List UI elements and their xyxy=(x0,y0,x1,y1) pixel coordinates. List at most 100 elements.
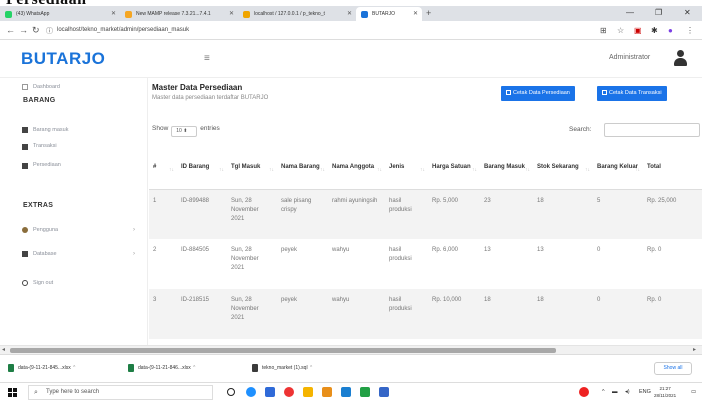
excel-file-icon xyxy=(128,364,134,372)
column-header[interactable]: ID Barang ↑↓ xyxy=(177,146,227,190)
column-header[interactable]: Barang Masuk ↑↓ xyxy=(480,146,533,190)
print-icon xyxy=(506,90,511,95)
box-icon xyxy=(22,127,28,133)
database-icon xyxy=(22,251,28,257)
excel-file-icon xyxy=(8,364,14,372)
print-transaction-button[interactable]: Cetak Data Transaksi xyxy=(597,86,667,101)
extension-icon[interactable]: ▣ xyxy=(634,26,642,35)
column-header[interactable]: Jenis ↑↓ xyxy=(385,146,428,190)
cortana-icon[interactable] xyxy=(227,388,235,396)
search-input[interactable] xyxy=(604,123,700,137)
browser-tab[interactable]: localhost / 127.0.0.1 / p_tekno_t ✕ xyxy=(238,7,356,21)
sidebar-item-barang-masuk[interactable]: Barang masuk xyxy=(0,121,148,139)
column-header[interactable]: Harga Satuan ↑↓ xyxy=(428,146,480,190)
horizontal-scrollbar[interactable]: ◂ ▸ xyxy=(0,345,702,354)
app-logo[interactable]: BUTARJO xyxy=(21,49,105,69)
search-label: Search: xyxy=(569,126,592,133)
profile-icon[interactable]: ● xyxy=(668,26,673,35)
sql-file-icon xyxy=(252,364,258,372)
download-item[interactable]: data-(9-11-21-846...xlsx ⌃ xyxy=(128,363,196,373)
section-barang: BARANG xyxy=(23,97,56,104)
column-header[interactable]: Nama Barang ↑↓ xyxy=(277,146,328,190)
search-icon: ⌕ xyxy=(34,389,38,396)
table-row: 3 ID-218515 Sun, 28 November 2021 peyek wahy… xyxy=(149,289,702,339)
chrome-icon[interactable] xyxy=(284,387,294,397)
whatsapp-icon xyxy=(5,11,12,18)
edge-icon[interactable] xyxy=(246,387,256,397)
sidebar-item-persediaan[interactable]: Persediaan xyxy=(0,155,148,171)
chevron-up-icon[interactable]: ⌃ xyxy=(192,365,196,371)
app-icon[interactable] xyxy=(379,387,389,397)
scroll-left-icon[interactable]: ◂ xyxy=(2,346,5,354)
user-name[interactable]: Administrator xyxy=(609,54,650,61)
new-tab-icon[interactable]: + xyxy=(426,7,431,19)
avatar-icon[interactable] xyxy=(674,50,687,66)
downloads-bar: data-(9-11-21-845...xlsx ⌃ data-(9-11-21… xyxy=(0,354,702,382)
notification-icon[interactable]: ▭ xyxy=(691,388,696,397)
windows-start-icon[interactable] xyxy=(8,388,17,397)
close-icon[interactable]: ✕ xyxy=(413,7,418,21)
browser-tab-active[interactable]: BUTARJO ✕ xyxy=(356,7,422,21)
file-explorer-icon[interactable] xyxy=(303,387,313,397)
page-title: Master Data Persediaan xyxy=(152,83,243,92)
puzzle-icon[interactable]: ✱ xyxy=(651,26,658,35)
sidebar-item-transaksi[interactable]: Transaksi xyxy=(0,139,148,155)
taskbar-search-input[interactable]: ⌕ Type here to search xyxy=(28,385,213,400)
maximize-icon[interactable]: ❐ xyxy=(655,7,662,19)
tray-chevron-icon[interactable]: ^ xyxy=(602,388,605,397)
phpmyadmin-icon xyxy=(243,11,250,18)
sidebar: Dashboard BARANG Barang masuk Transaksi … xyxy=(0,78,148,345)
print-stock-button[interactable]: Cetak Data Persediaan xyxy=(501,86,575,101)
cart-icon xyxy=(22,144,28,150)
sidebar-item-database[interactable]: Database › xyxy=(0,245,148,263)
forward-icon[interactable]: → xyxy=(19,24,28,36)
sidebar-item-pengguna[interactable]: Pengguna › xyxy=(0,221,148,239)
print-icon xyxy=(602,90,607,95)
clock[interactable]: 21:27 28/11/2021 xyxy=(654,385,676,399)
sidebar-item-dashboard[interactable]: Dashboard xyxy=(0,78,148,96)
download-item[interactable]: tekno_market (1).sql ⌃ xyxy=(252,363,313,373)
column-header[interactable]: # ↑↓ xyxy=(149,146,177,190)
entries-select[interactable]: 10 ⬍ xyxy=(171,126,198,137)
chevron-up-icon[interactable]: ⌃ xyxy=(72,365,76,371)
sidebar-item-signout[interactable]: Sign out xyxy=(0,274,148,292)
scrollbar-thumb[interactable] xyxy=(10,348,556,353)
back-icon[interactable]: ← xyxy=(6,24,15,36)
column-header[interactable]: Tgl Masuk ↑↓ xyxy=(227,146,277,190)
menu-icon[interactable]: ⋮ xyxy=(686,26,694,35)
download-item[interactable]: data-(9-11-21-845...xlsx ⌃ xyxy=(8,363,76,373)
network-icon[interactable]: ▬ xyxy=(612,388,618,397)
info-icon[interactable]: ⓘ xyxy=(46,26,53,38)
star-icon[interactable]: ☆ xyxy=(617,26,624,35)
close-icon[interactable]: ✕ xyxy=(347,7,352,21)
browser-tab[interactable]: New MAMP release 7.3.21...7.4.1 ✕ xyxy=(120,7,238,21)
window-close-icon[interactable]: ✕ xyxy=(684,7,691,19)
app-icon[interactable] xyxy=(322,387,332,397)
store-icon[interactable] xyxy=(265,387,275,397)
app-header: BUTARJO ≡ Administrator xyxy=(0,40,702,78)
minimize-icon[interactable]: — xyxy=(626,7,634,19)
app-icon[interactable] xyxy=(341,387,351,397)
url-field[interactable]: localhost/tekno_market/admin/persediaan_… xyxy=(57,27,189,33)
hamburger-icon[interactable]: ≡ xyxy=(204,53,210,64)
column-header[interactable]: Barang Keluar ↑↓ xyxy=(593,146,643,190)
table-row: 2 ID-884505 Sun, 28 November 2021 peyek wahy… xyxy=(153,247,662,271)
language-indicator[interactable]: ENG xyxy=(639,388,651,397)
section-extras: EXTRAS xyxy=(23,202,54,209)
translate-icon[interactable]: ⊞ xyxy=(600,26,607,35)
taskbar: ⌕ Type here to search ^ ▬ ◂) ENG 21:27 2… xyxy=(0,382,702,401)
antivirus-icon[interactable] xyxy=(579,387,589,397)
scroll-right-icon[interactable]: ▸ xyxy=(693,346,696,354)
close-icon[interactable]: ✕ xyxy=(229,7,234,21)
reload-icon[interactable]: ↻ xyxy=(32,24,40,36)
column-header[interactable]: Stok Sekarang ↑↓ xyxy=(533,146,593,190)
column-header[interactable]: Nama Anggota ↑↓ xyxy=(328,146,385,190)
close-icon[interactable]: ✕ xyxy=(111,7,116,21)
chevron-up-icon[interactable]: ⌃ xyxy=(309,365,313,371)
browser-tab[interactable]: (43) WhatsApp ✕ xyxy=(0,7,120,21)
show-all-button[interactable]: Show all xyxy=(654,362,692,375)
users-icon xyxy=(22,227,28,233)
app-icon[interactable] xyxy=(360,387,370,397)
column-header[interactable]: Total xyxy=(643,146,702,190)
volume-icon[interactable]: ◂) xyxy=(625,388,630,397)
